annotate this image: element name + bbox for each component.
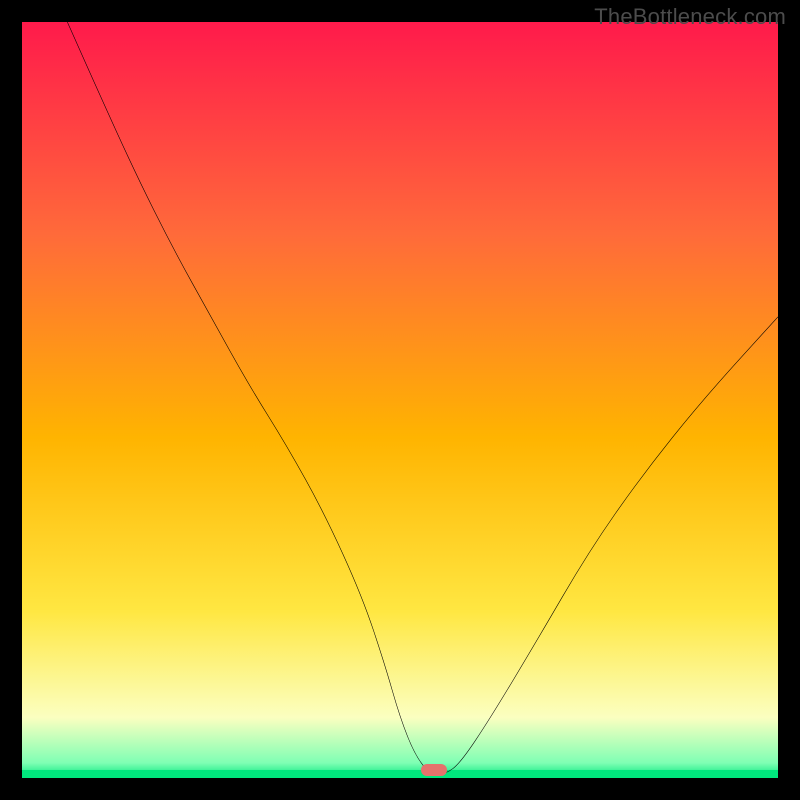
optimal-marker xyxy=(421,764,447,776)
plot-area xyxy=(22,22,778,778)
bottleneck-curve xyxy=(22,22,778,778)
chart-stage: TheBottleneck.com xyxy=(0,0,800,800)
watermark-text: TheBottleneck.com xyxy=(594,4,786,30)
